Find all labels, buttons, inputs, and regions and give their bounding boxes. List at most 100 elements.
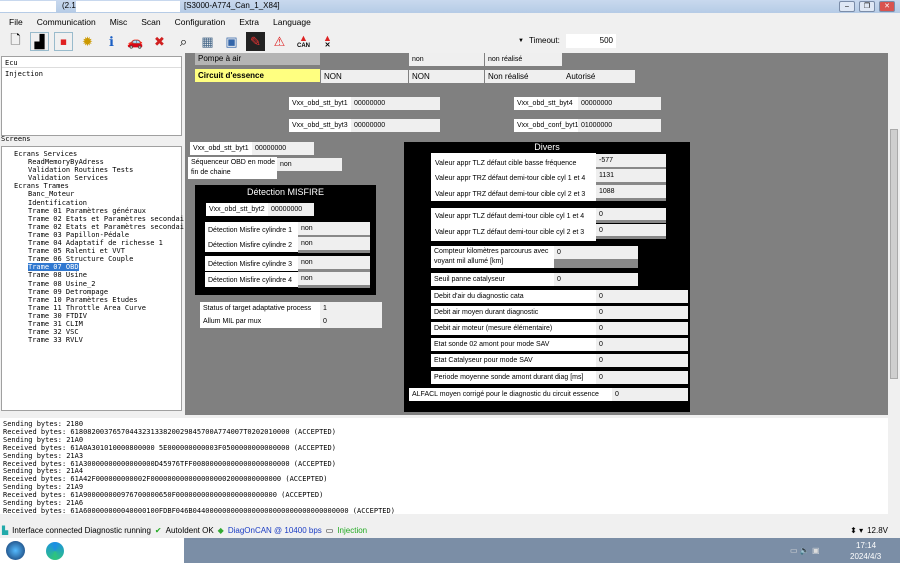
screens-label: Screens (1, 135, 31, 143)
pompe-status: non réalisé (485, 53, 562, 66)
vehicle-icon[interactable]: 🚗 (126, 32, 145, 51)
interface-icon: ▙ (2, 525, 9, 535)
tree-item[interactable]: Trame 03 Papillon-Pédale (28, 231, 129, 239)
log-line: Received bytes: 61A30000000000000000D459… (3, 459, 336, 468)
divers-value: 1088 (596, 185, 666, 198)
restore-button[interactable]: ❐ (859, 1, 875, 12)
tree-item[interactable]: Trame 08 Usine_2 (28, 280, 95, 288)
status-bar: ▙ Interface connected Diagnostic running… (0, 522, 900, 538)
circuit-value: NON (321, 70, 408, 83)
divers-row-label: Debit air moteur (mesure élémentaire) (431, 322, 596, 335)
log-line: Received bytes: 61A900000000976700000650… (3, 491, 324, 500)
byt1-value: 00000000 (351, 97, 440, 110)
tree-node: ReadMemoryByAdress (6, 158, 181, 166)
tree-item[interactable]: Trame 07 OBD (28, 263, 79, 272)
conf1-value: 01000000 (578, 119, 661, 132)
chip-icon[interactable]: ▦ (198, 32, 217, 51)
close-button[interactable]: ✕ (879, 1, 895, 12)
autoident-status: AutoIdent OK (165, 525, 214, 535)
menu-scan[interactable]: Scan (141, 17, 160, 27)
main-scrollbar[interactable] (888, 53, 900, 415)
edge-browser-icon[interactable] (46, 542, 64, 560)
tree-item[interactable]: ReadMemoryByAdress (28, 158, 104, 166)
tree-item[interactable]: Trame 33 RVLV (28, 336, 83, 344)
info-icon[interactable]: ℹ (102, 32, 121, 51)
tree-item[interactable]: Ecrans Services (14, 150, 77, 158)
dashboard-icon[interactable]: ▣ (222, 32, 241, 51)
tree-item[interactable]: Validation Routines Tests (28, 166, 133, 174)
divers-row-value: 0 (596, 322, 688, 335)
delete-icon[interactable]: ✖ (150, 32, 169, 51)
ecu-status: Injection (337, 525, 368, 535)
menu-communication[interactable]: Communication (37, 17, 96, 27)
tree-item[interactable]: Trame 30 FTDIV (28, 312, 87, 320)
tree-node: Trame 05 Ralenti et VVT (6, 247, 181, 255)
menu-misc[interactable]: Misc (110, 17, 127, 27)
menu-language[interactable]: Language (273, 17, 311, 27)
divers-row-label: Debit d'air du diagnostic cata (431, 290, 596, 303)
stairs-icon[interactable]: ▟ (30, 32, 49, 51)
value-bar (596, 198, 666, 201)
clear-warning-icon[interactable]: ▲ ✕ (318, 32, 337, 51)
binoculars-icon[interactable]: ⌕ (174, 32, 193, 51)
tree-item[interactable]: Trame 02 Etats et Paramètres secondaires (28, 215, 197, 223)
tree-item[interactable]: Identification (28, 199, 87, 207)
probe-icon[interactable]: ✎ (246, 32, 265, 51)
settings-icon[interactable]: ✹ (78, 32, 97, 51)
tree-item[interactable]: Trame 09 Detrompage (28, 288, 108, 296)
divers-label: Valeur appr TRZ défaut demi-tour cible c… (435, 175, 586, 182)
alfacl-label: ALFACL moyen corrigé pour le diagnostic … (409, 388, 612, 401)
tree-item[interactable]: Trame 02 Etats et Paramètres secondaires (28, 223, 197, 231)
seuil-label: Seuil panne catalyseur (431, 273, 554, 286)
scrollbar-thumb[interactable] (890, 129, 898, 379)
byt4-value: 00000000 (578, 97, 661, 110)
tree-node: Ecrans Services (6, 150, 181, 158)
ecu-icon: ▭ (325, 525, 334, 535)
compteur-label: Compteur kilomètres parcourus avec voyan… (431, 246, 554, 268)
divers-label: Valeur appr TRZ défaut demi-tour cible c… (435, 191, 586, 198)
minimize-button[interactable]: – (839, 1, 855, 12)
tree-node: Trame 09 Detrompage (6, 288, 181, 296)
tree-item[interactable]: Trame 06 Structure Couple (28, 255, 133, 263)
tree-item[interactable]: Trame 11 Throttle Area Curve (28, 304, 146, 312)
divers-row-value: 0 (596, 354, 688, 367)
obd-screen-panel: Pompe à air non non réalisé Circuit d'essen… (185, 53, 888, 415)
tree-item[interactable]: Trame 01 Paramètres généraux (28, 207, 146, 215)
tray-icons[interactable]: ▭ 🔈 ▣ (790, 546, 820, 555)
ecu-list[interactable]: Ecu Injection (1, 56, 182, 136)
divers-label: Valeur appr TLZ défaut cible basse fréqu… (435, 160, 577, 167)
tree-item[interactable]: Trame 08 Usine (28, 271, 87, 279)
start-button[interactable] (6, 541, 25, 560)
tree-item[interactable]: Banc_Moteur (28, 190, 74, 198)
tree-item[interactable]: Ecrans Trames (14, 182, 69, 190)
divers-label: Valeur appr TLZ défaut demi-tour cible c… (435, 229, 585, 236)
title-bar: (2.10) [S3000-A774_Can_1_X84] – ❐ ✕ (0, 0, 900, 13)
menu-extra[interactable]: Extra (239, 17, 259, 27)
tree-item[interactable]: Trame 31 CLIM (28, 320, 83, 328)
log-scrollbar[interactable] (888, 418, 900, 514)
divers-row-value: 0 (596, 371, 688, 384)
alfacl-value: 0 (612, 388, 688, 401)
sequencer-value: non (277, 158, 342, 171)
menu-configuration[interactable]: Configuration (175, 17, 226, 27)
stop-icon[interactable]: ⏹ (54, 32, 73, 51)
can-warning-icon[interactable]: ▲ CAN (294, 32, 313, 51)
warning-icon[interactable]: ⚠ (270, 32, 289, 51)
communication-log: Sending bytes: 2180 Received bytes: 61808… (0, 418, 888, 515)
diag-protocol: DiagOnCAN @ 10400 bps (227, 525, 322, 535)
check-icon: ✔ (154, 525, 162, 535)
tree-node: Trame 06 Structure Couple (6, 255, 181, 263)
tree-node: Trame 11 Throttle Area Curve (6, 304, 181, 312)
tree-item[interactable]: Validation Services (28, 174, 108, 182)
menu-file[interactable]: File (9, 17, 23, 27)
dropdown-chevron-icon[interactable]: ▼ (518, 38, 524, 44)
misfire-cyl-value: non (298, 256, 370, 269)
tree-item[interactable]: Trame 05 Ralenti et VVT (28, 247, 125, 255)
tree-item[interactable]: Trame 10 Paramètres Etudes (28, 296, 138, 304)
tree-item[interactable]: Trame 32 VSC (28, 328, 79, 336)
tree-item[interactable]: Trame 04 Adaptatif de richesse 1 (28, 239, 163, 247)
new-document-icon[interactable]: 🗋 (6, 32, 25, 51)
timeout-input[interactable]: 500 (566, 34, 616, 48)
byt2-value: 00000000 (268, 203, 314, 216)
ecu-item-injection[interactable]: Injection (2, 68, 181, 80)
